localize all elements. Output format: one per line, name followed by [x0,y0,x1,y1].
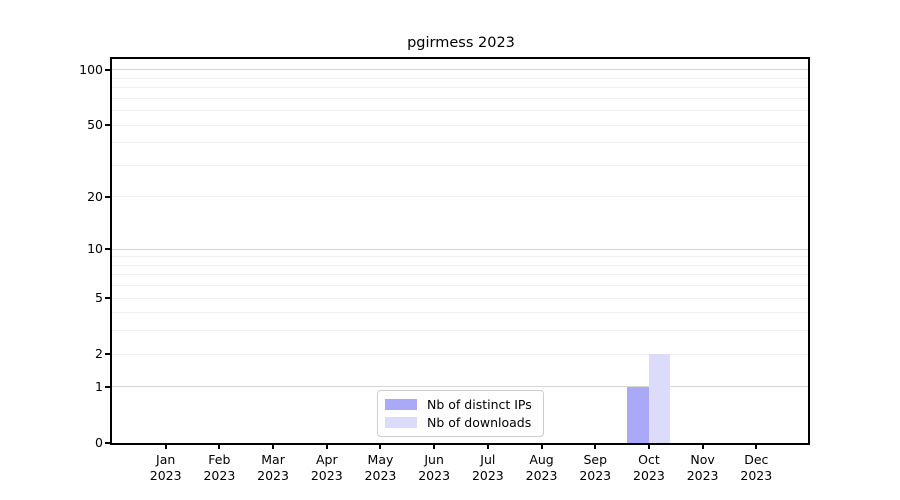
gridline-minor [112,330,810,332]
chart-title: pgirmess 2023 [407,35,515,51]
x-tick-label: Dec 2023 [724,452,788,484]
x-tick-label-month: Dec [744,452,769,467]
bar-nb-of-distinct-ips-oct [627,386,649,443]
x-tick-mark [594,443,597,449]
x-tick-label-year: 2023 [740,468,773,483]
gridline-minor [112,142,810,144]
y-tick-label: 1 [95,378,103,394]
y-tick-mark [105,353,112,356]
gridline-minor [112,164,810,166]
gridline-minor [112,264,810,266]
y-tick-mark [105,385,112,388]
y-tick-label: 0 [95,435,103,450]
gridline-major [112,248,810,250]
y-tick-mark [105,195,112,198]
legend-label-distinct-ips: Nb of distinct IPs [427,397,532,412]
gridline-minor [112,196,810,198]
gridline-minor [112,285,810,287]
gridline-minor [112,124,810,126]
legend: Nb of distinct IPs Nb of downloads [377,390,544,437]
x-tick-mark [755,443,758,449]
gridline-minor [112,274,810,276]
y-tick-label: 5 [95,290,103,306]
gridline-major [112,386,810,388]
y-tick-mark [105,248,112,251]
legend-label-downloads: Nb of downloads [427,415,532,430]
x-tick-mark [486,443,489,449]
legend-swatch-downloads [385,417,417,428]
y-tick-label: 20 [87,188,103,204]
x-tick-mark [379,443,382,449]
y-tick-label: 10 [87,241,103,257]
gridline-minor [112,87,810,89]
y-tick-mark [105,297,112,300]
plot-area [112,59,810,443]
x-tick-mark [325,443,328,449]
x-tick-mark [647,443,650,449]
legend-item-distinct-ips: Nb of distinct IPs [385,397,543,412]
x-tick-mark [540,443,543,449]
y-tick-label: 50 [87,117,103,133]
gridline-minor [112,353,810,355]
y-tick-mark [105,68,112,71]
y-tick-mark [105,124,112,127]
gridline-minor [112,297,810,299]
x-tick-mark [218,443,221,449]
chart-figure: pgirmess 2023 0 1 2 5 10 20 50 100 Jan 2023 Feb 202… [0,0,900,500]
gridline-minor [112,312,810,314]
gridline-major [112,69,810,71]
bar-nb-of-downloads-oct [648,354,671,443]
gridline-minor [112,97,810,99]
gridline-minor [112,77,810,79]
y-tick-mark [105,442,112,444]
x-tick-mark [701,443,704,449]
y-tick-label: 2 [95,346,103,362]
legend-swatch-distinct-ips [385,399,417,410]
x-tick-mark [164,443,167,449]
x-tick-mark [272,443,275,449]
y-tick-label: 100 [79,61,103,77]
gridline-minor [112,110,810,112]
gridline-minor [112,256,810,258]
x-tick-mark [433,443,436,449]
legend-item-downloads: Nb of downloads [385,415,543,430]
